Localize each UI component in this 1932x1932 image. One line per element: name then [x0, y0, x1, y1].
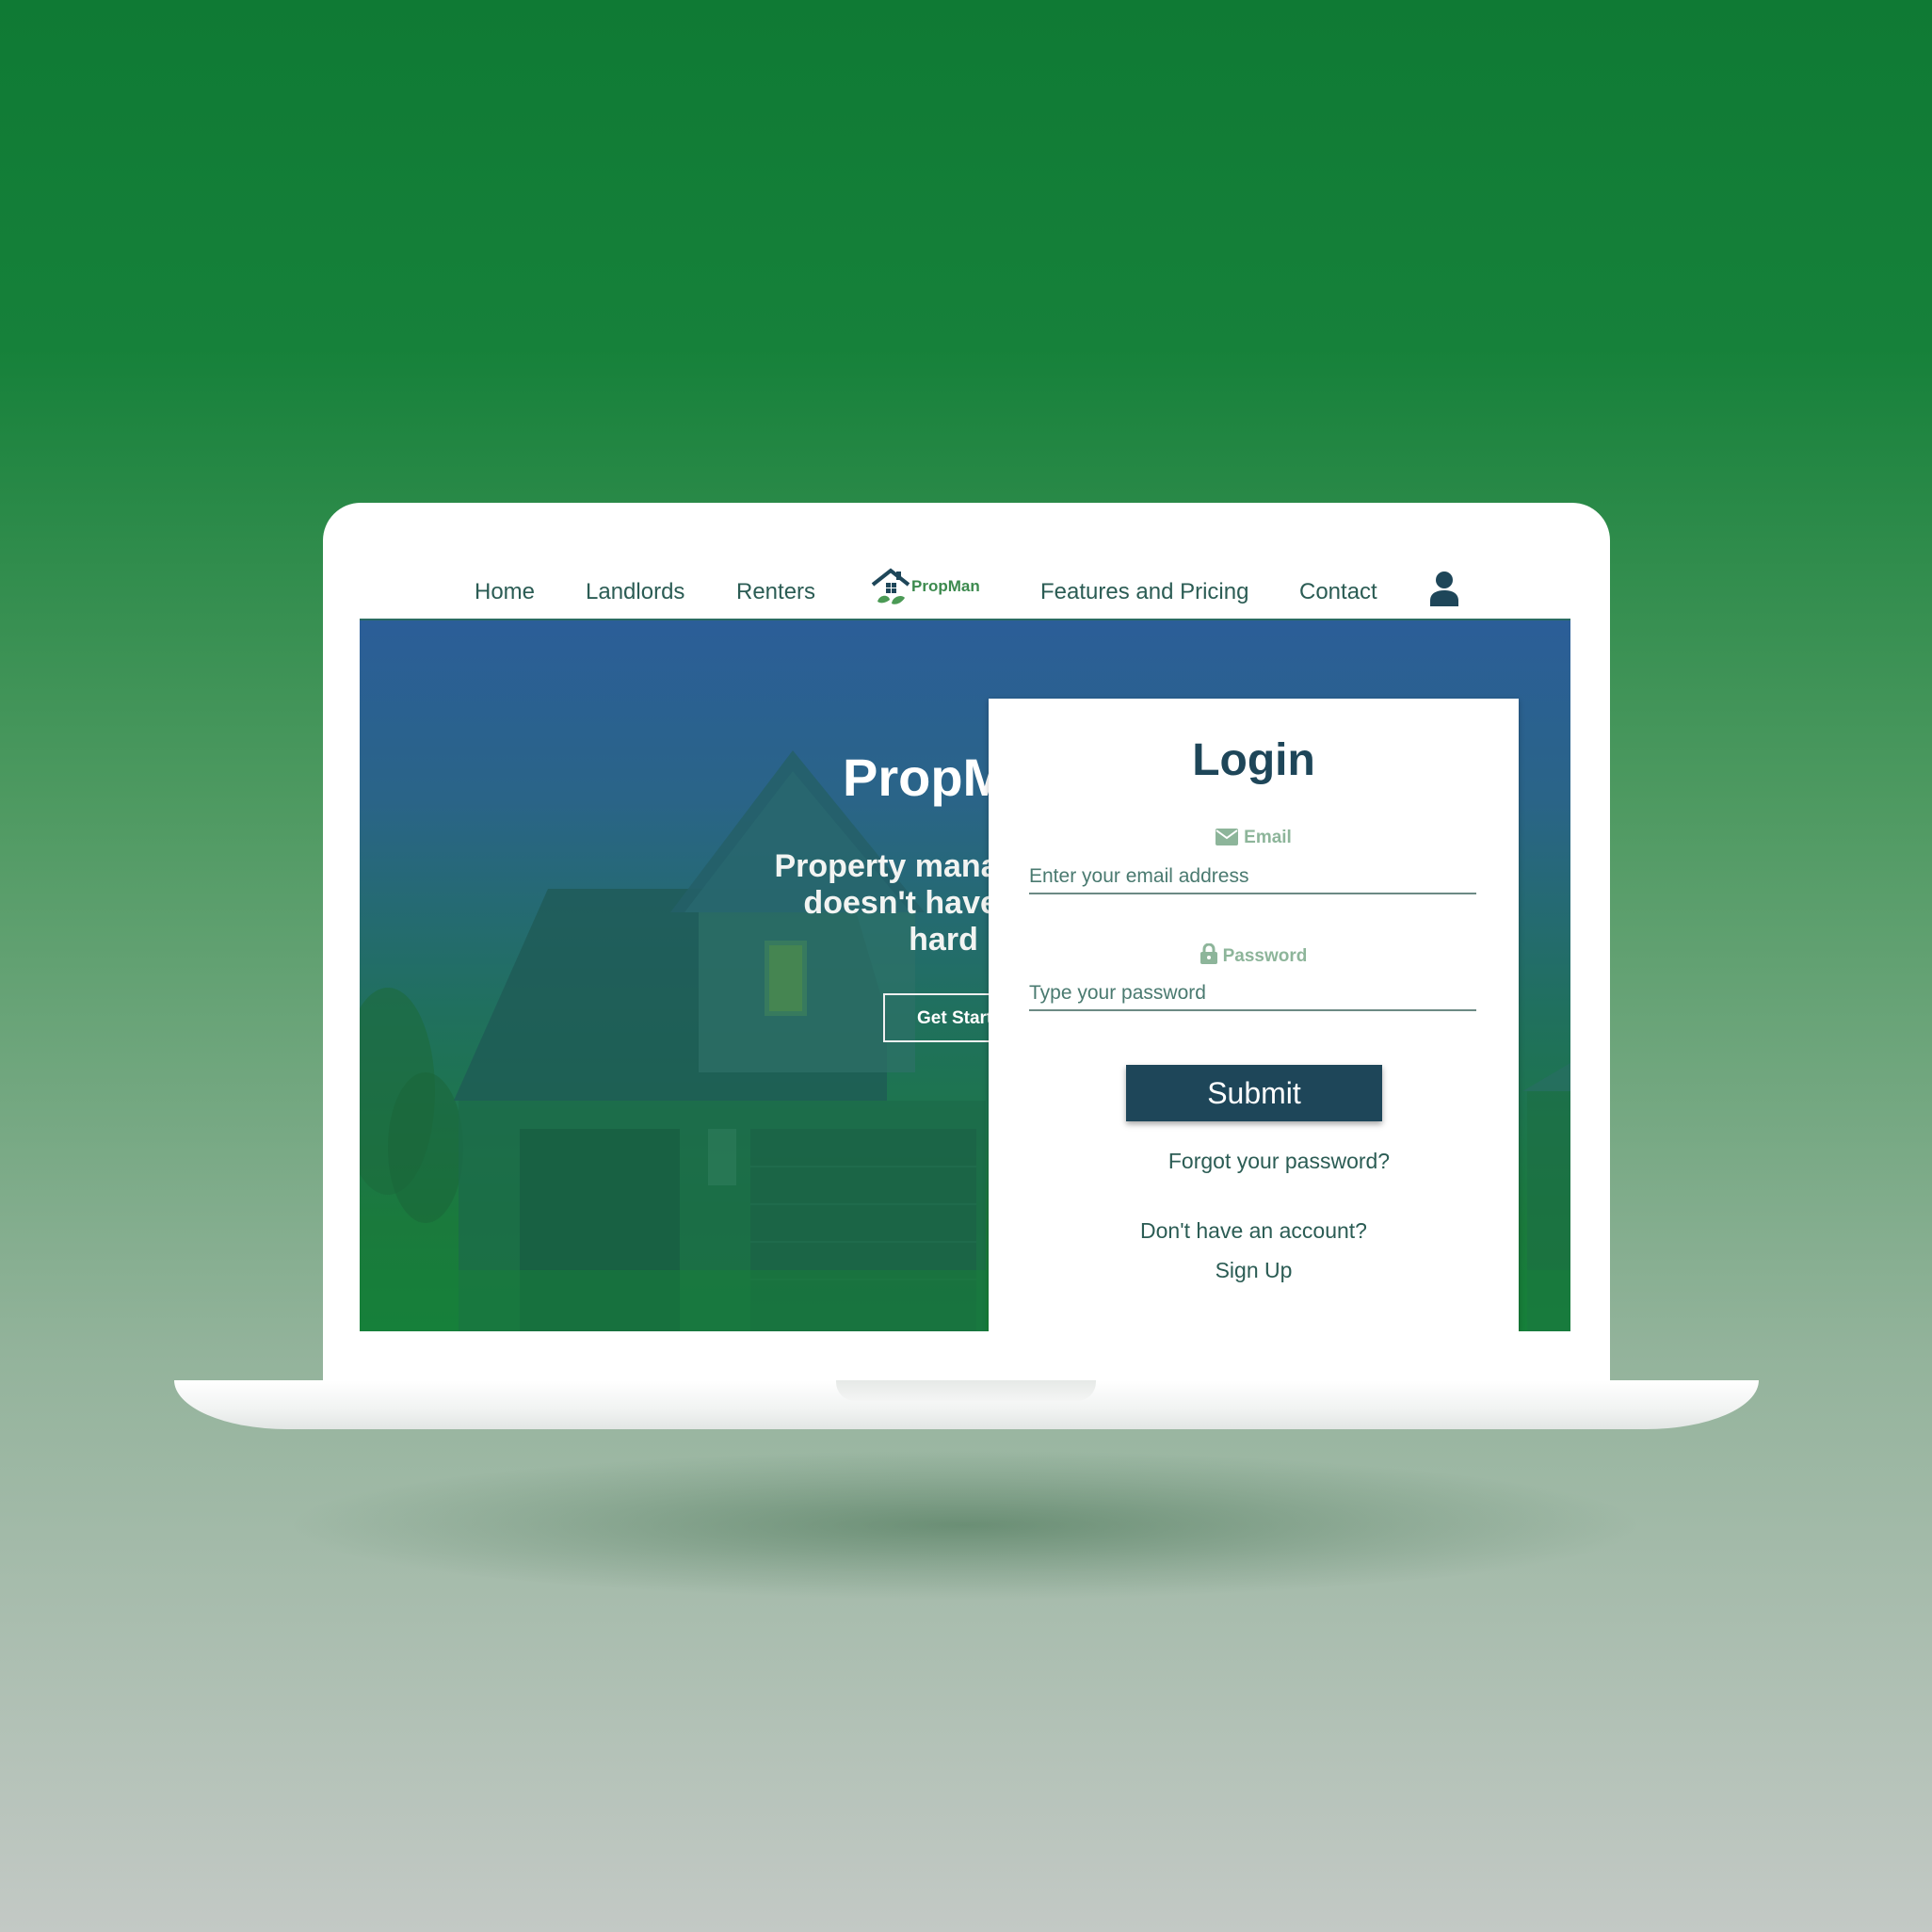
- user-icon[interactable]: [1429, 571, 1459, 606]
- home-leaf-logo-icon: [871, 568, 910, 604]
- nav-item-features-pricing[interactable]: Features and Pricing: [1040, 579, 1248, 605]
- forgot-password-link[interactable]: Forgot your password?: [989, 1149, 1519, 1174]
- laptop-screen: PropMan Property management doesn't have…: [360, 562, 1570, 1331]
- envelope-icon: [1216, 829, 1239, 845]
- password-label: Password: [989, 942, 1519, 967]
- login-title: Login: [1192, 735, 1315, 785]
- logo-text: PropMan: [911, 577, 980, 595]
- submit-button[interactable]: Submit: [1126, 1065, 1382, 1121]
- sign-up-link[interactable]: Sign Up: [989, 1258, 1519, 1283]
- hero-section: PropMan Property management doesn't have…: [360, 620, 1570, 1331]
- email-label: Email: [989, 828, 1519, 848]
- laptop-notch: [836, 1380, 1096, 1401]
- top-navbar: Home Landlords Renters PropMan Features …: [360, 562, 1570, 620]
- login-card: Login Email Password Submit Forgot your …: [989, 699, 1519, 1331]
- propman-logo[interactable]: PropMan: [870, 566, 992, 611]
- email-label-text: Email: [1244, 828, 1292, 847]
- laptop-shadow: [282, 1450, 1648, 1601]
- nav-item-landlords[interactable]: Landlords: [586, 579, 684, 605]
- password-label-text: Password: [1222, 946, 1308, 966]
- email-input[interactable]: [1029, 861, 1476, 894]
- nav-item-renters[interactable]: Renters: [736, 579, 815, 605]
- nav-item-home[interactable]: Home: [475, 579, 535, 605]
- lock-icon: [1199, 942, 1217, 964]
- password-input[interactable]: [1029, 977, 1476, 1011]
- no-account-text: Don't have an account?: [1140, 1218, 1367, 1243]
- nav-item-contact[interactable]: Contact: [1299, 579, 1377, 605]
